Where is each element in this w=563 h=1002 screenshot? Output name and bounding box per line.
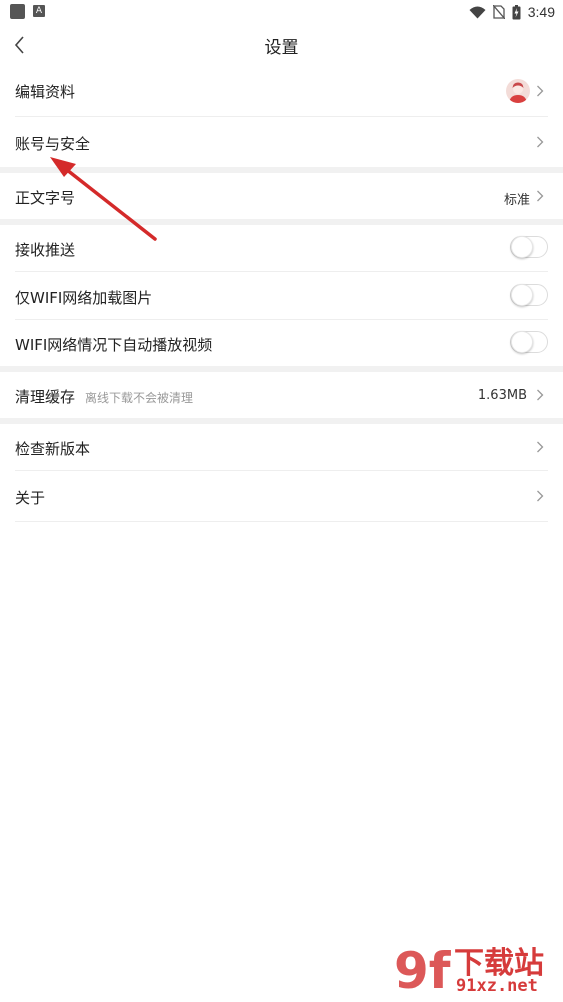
row-account-security[interactable]: 账号与安全 — [15, 117, 548, 167]
row-about[interactable]: 关于 — [15, 471, 548, 522]
no-sim-icon — [492, 5, 505, 19]
font-size-value: 标准 — [503, 193, 530, 208]
chevron-right-icon — [537, 136, 544, 148]
row-wifi-images: 仅WIFI网络加载图片 — [15, 272, 548, 320]
row-edit-profile[interactable]: 编辑资料 — [15, 66, 548, 117]
clear-cache-hint: 离线下载不会被清理 — [85, 391, 194, 405]
chevron-right-icon — [537, 441, 544, 453]
wifi-images-toggle[interactable] — [510, 284, 548, 306]
about-label: 关于 — [15, 489, 46, 507]
push-label: 接收推送 — [15, 241, 76, 259]
row-clear-cache[interactable]: 清理缓存 离线下载不会被清理 1.63MB — [15, 372, 548, 418]
row-wifi-autoplay: WIFI网络情况下自动播放视频 — [15, 320, 548, 366]
wifi-icon — [469, 6, 486, 18]
toggle-knob — [511, 331, 533, 353]
font-size-label: 正文字号 — [15, 189, 76, 207]
battery-charging-icon — [512, 4, 521, 19]
user-avatar-icon — [509, 82, 527, 103]
toggle-knob — [511, 284, 533, 306]
chevron-right-icon — [537, 85, 544, 97]
push-toggle[interactable] — [510, 236, 548, 258]
account-security-label: 账号与安全 — [15, 135, 91, 153]
row-font-size[interactable]: 正文字号 标准 — [15, 173, 548, 219]
clock: 3:49 — [527, 4, 555, 20]
avatar — [506, 79, 530, 103]
clear-cache-label: 清理缓存 — [15, 388, 76, 406]
status-bar: A 3:49 — [0, 0, 563, 24]
toggle-knob — [511, 236, 533, 258]
watermark-logo-text: 9f — [394, 942, 452, 998]
edit-profile-label: 编辑资料 — [15, 83, 76, 101]
watermark-logo: 9f — [394, 942, 452, 998]
notification-a-icon: A — [33, 5, 45, 17]
row-push: 接收推送 — [15, 225, 548, 272]
check-update-label: 检查新版本 — [15, 440, 91, 458]
wifi-images-label: 仅WIFI网络加载图片 — [15, 289, 153, 307]
wifi-autoplay-label: WIFI网络情况下自动播放视频 — [15, 336, 213, 354]
notification-app-icon — [10, 4, 25, 19]
chevron-right-icon — [537, 490, 544, 502]
chevron-right-icon — [537, 190, 544, 202]
watermark-domain: 91xz.net — [456, 976, 538, 996]
cache-size-value: 1.63MB — [477, 388, 527, 403]
header: 设置 — [0, 24, 563, 66]
wifi-autoplay-toggle[interactable] — [510, 331, 548, 353]
chevron-right-icon — [537, 389, 544, 401]
status-icons: 3:49 — [469, 2, 555, 22]
page-title: 设置 — [264, 38, 299, 58]
watermark: 9f 下载站 91xz.net — [390, 938, 560, 998]
row-check-update[interactable]: 检查新版本 — [15, 424, 548, 471]
